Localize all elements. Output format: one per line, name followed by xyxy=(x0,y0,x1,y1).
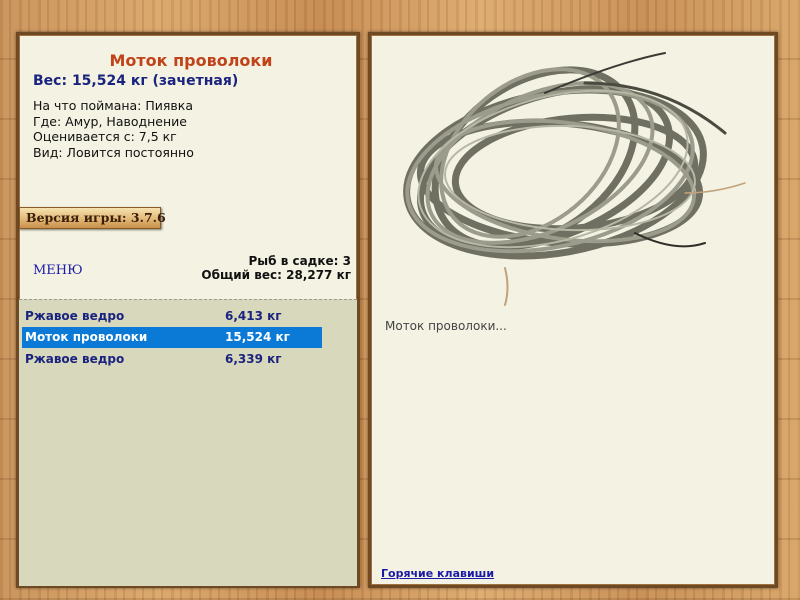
info-valued-from: Оценивается с: 7,5 кг xyxy=(33,129,177,144)
info-location-value: Амур, Наводнение xyxy=(65,114,187,129)
game-version-plate: Версия игры: 3.7.6 xyxy=(19,207,166,229)
catch-weight: 6,339 кг xyxy=(225,352,282,366)
game-version-value: 3.7.6 xyxy=(130,210,166,225)
keepnet-count: Рыб в садке: 3 xyxy=(201,254,351,268)
fish-title: Моток проволоки xyxy=(109,51,273,70)
fish-info-panel: Моток проволоки Вес: 15,524 кг (зачетная… xyxy=(16,32,360,588)
wire-coil-image xyxy=(403,52,746,306)
hotkeys-link[interactable]: Горячие клавиши xyxy=(381,567,494,580)
info-kind-label: Вид: xyxy=(33,145,63,160)
catch-name: Ржавое ведро xyxy=(25,352,125,366)
keepnet-count-label: Рыб в садке: xyxy=(248,254,339,268)
info-bait-label: На что поймана: xyxy=(33,98,142,113)
catch-weight: 6,413 кг xyxy=(225,309,282,323)
catch-weight: 15,524 кг xyxy=(225,330,290,344)
keepnet-total: Общий вес: 28,277 кг xyxy=(201,268,351,282)
info-location-label: Где: xyxy=(33,114,62,129)
info-location: Где: Амур, Наводнение xyxy=(33,114,187,129)
catch-name: Моток проволоки xyxy=(25,330,148,344)
preview-caption: Моток проволоки... xyxy=(385,319,507,333)
game-version-label: Версия игры: xyxy=(26,210,127,225)
info-valued-from-label: Оценивается с: xyxy=(33,129,135,144)
catch-row[interactable]: Ржавое ведро 6,339 кг xyxy=(22,349,322,370)
preview-panel: Моток проволоки... Горячие клавиши xyxy=(368,32,778,588)
keepnet-total-label: Общий вес: xyxy=(201,268,282,282)
menu-link[interactable]: МЕНЮ xyxy=(33,263,83,278)
keepnet-stats: Рыб в садке: 3 Общий вес: 28,277 кг xyxy=(201,254,351,282)
catch-list: Ржавое ведро 6,413 кг Моток проволоки 15… xyxy=(19,299,357,586)
info-valued-from-value: 7,5 кг xyxy=(138,129,177,144)
keepnet-total-value: 28,277 кг xyxy=(286,268,351,282)
catch-row-selected[interactable]: Моток проволоки 15,524 кг xyxy=(22,327,322,348)
info-kind: Вид: Ловится постоянно xyxy=(33,145,194,160)
info-kind-value: Ловится постоянно xyxy=(66,145,194,160)
fish-weight: Вес: 15,524 кг (зачетная) xyxy=(33,73,239,89)
catch-name: Ржавое ведро xyxy=(25,309,125,323)
info-bait-value: Пиявка xyxy=(145,98,194,113)
keepnet-count-value: 3 xyxy=(342,254,351,268)
info-bait: На что поймана: Пиявка xyxy=(33,98,193,113)
catch-row[interactable]: Ржавое ведро 6,413 кг xyxy=(22,306,322,327)
